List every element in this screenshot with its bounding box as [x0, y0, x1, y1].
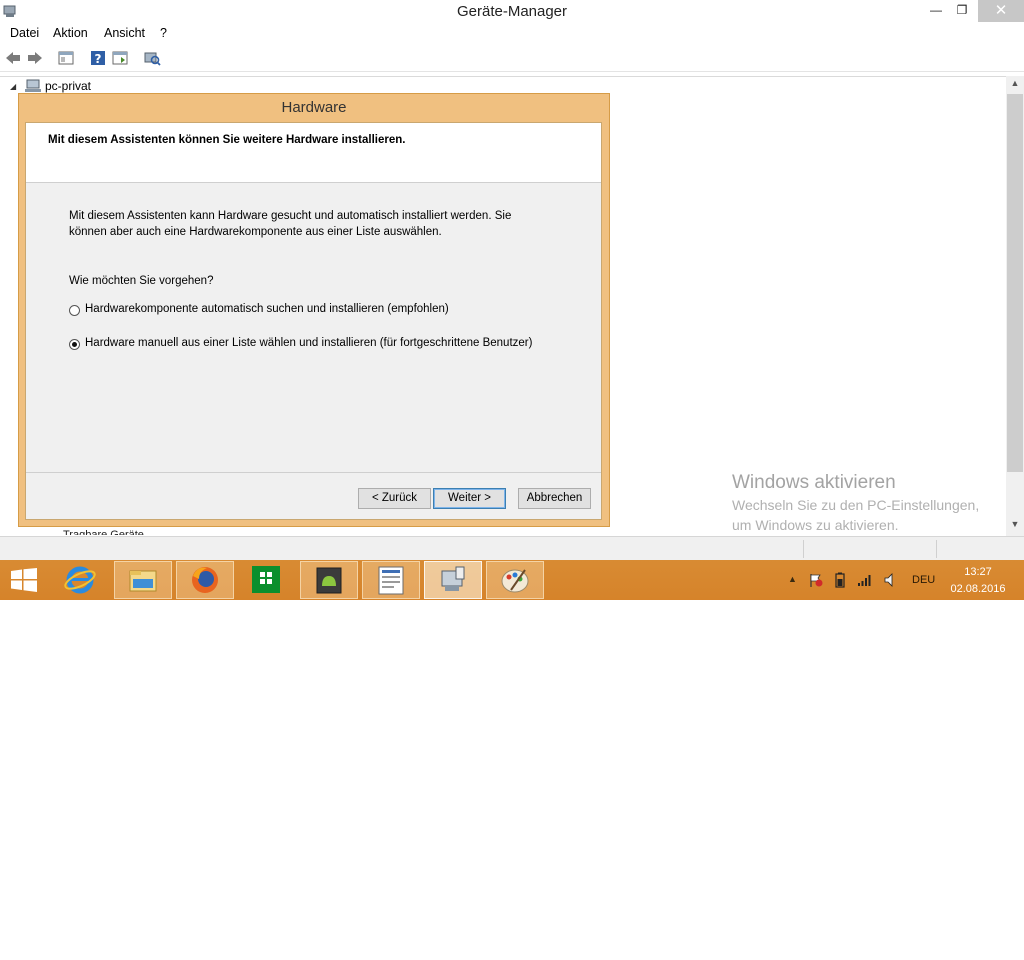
internet-explorer-icon [64, 566, 96, 594]
dialog-description: Mit diesem Assistenten kann Hardware ges… [69, 210, 512, 222]
taskbar-android-app[interactable] [300, 561, 358, 599]
taskbar-device-manager[interactable] [424, 561, 482, 599]
menu-help[interactable]: ? [160, 26, 167, 40]
store-icon [252, 566, 280, 593]
scroll-down-icon[interactable]: ▼ [1006, 519, 1024, 533]
radio-manual-install-label[interactable]: Hardware manuell aus einer Liste wählen … [85, 337, 532, 349]
dialog-header-panel [26, 123, 601, 183]
dialog-question: Wie möchten Sie vorgehen? [69, 275, 214, 287]
activation-watermark-title: Windows aktivieren [732, 472, 896, 493]
status-bar [0, 536, 1024, 561]
tree-collapse-icon[interactable]: ◢ [10, 82, 16, 91]
tree-item-portable-devices[interactable]: Tragbare Geräte [63, 528, 144, 535]
properties-window-icon[interactable] [57, 49, 75, 67]
next-button[interactable]: Weiter > [433, 488, 506, 509]
android-app-icon [316, 567, 342, 594]
svg-text:?: ? [95, 52, 102, 66]
minimize-button[interactable]: — [922, 0, 950, 22]
cancel-button[interactable]: Abbrechen [518, 488, 591, 509]
status-divider [936, 540, 937, 558]
file-explorer-icon [129, 570, 157, 592]
close-button[interactable]: ✕ [978, 0, 1024, 22]
dialog-title: Hardware [281, 99, 347, 116]
dialog-separator [26, 472, 601, 473]
document-viewer-icon [378, 566, 404, 595]
network-signal-icon[interactable] [857, 572, 873, 588]
input-language[interactable]: DEU [912, 574, 935, 586]
battery-icon[interactable] [832, 572, 848, 588]
status-divider [803, 540, 804, 558]
menu-bar [0, 24, 1024, 44]
activation-watermark-text: um Windows zu aktivieren. [732, 517, 899, 533]
show-hidden-icons-icon[interactable]: ▲ [788, 574, 797, 584]
scroll-up-icon[interactable]: ▲ [1006, 78, 1024, 92]
radio-auto-install-label[interactable]: Hardwarekomponente automatisch suchen un… [85, 303, 449, 315]
radio-manual-install[interactable] [69, 339, 80, 350]
dialog-description: können aber auch eine Hardwarekomponente… [69, 226, 442, 238]
taskbar-paint[interactable] [486, 561, 544, 599]
forward-arrow-icon[interactable] [26, 49, 44, 67]
restore-button[interactable]: ❐ [948, 0, 976, 22]
taskbar-store[interactable] [238, 561, 296, 599]
windows-start-icon[interactable] [10, 568, 38, 592]
taskbar-file-explorer[interactable] [114, 561, 172, 599]
menu-aktion[interactable]: Aktion [53, 26, 88, 40]
computer-icon [25, 79, 41, 92]
activation-watermark-text: Wechseln Sie zu den PC-Einstellungen, [732, 497, 980, 513]
radio-auto-install[interactable] [69, 305, 80, 316]
scrollbar-thumb[interactable] [1007, 94, 1023, 472]
back-arrow-icon[interactable] [4, 49, 22, 67]
action-center-flag-icon[interactable] [808, 572, 824, 588]
help-icon[interactable]: ? [89, 49, 107, 67]
paint-icon [501, 569, 529, 593]
menu-datei[interactable]: Datei [10, 26, 39, 40]
clock-date[interactable]: 02.08.2016 [948, 583, 1008, 595]
volume-icon[interactable] [882, 572, 898, 588]
tree-root-pc[interactable]: pc-privat [45, 79, 91, 93]
taskbar-internet-explorer[interactable] [52, 561, 110, 599]
console-tree-icon[interactable] [111, 49, 129, 67]
taskbar-firefox[interactable] [176, 561, 234, 599]
menu-ansicht[interactable]: Ansicht [104, 26, 145, 40]
dialog-heading: Mit diesem Assistenten können Sie weiter… [48, 134, 406, 146]
firefox-icon [192, 567, 218, 593]
back-button[interactable]: < Zurück [358, 488, 431, 509]
window-title: Geräte-Manager [456, 3, 568, 20]
clock-time[interactable]: 13:27 [948, 566, 1008, 578]
device-manager-icon [441, 566, 465, 591]
scan-hardware-icon[interactable] [143, 49, 161, 67]
taskbar-document-viewer[interactable] [362, 561, 420, 599]
